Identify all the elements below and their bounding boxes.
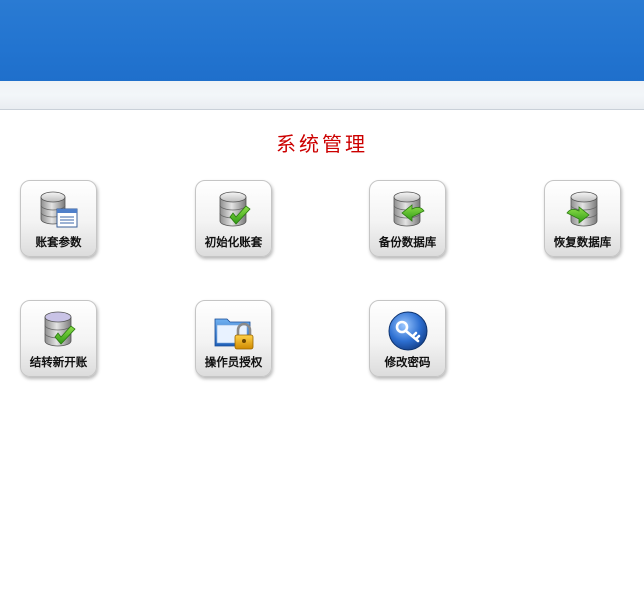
header-bar <box>0 0 644 81</box>
page-title: 系统管理 <box>276 132 368 156</box>
operator-authorization-button[interactable]: 操作员授权 <box>195 300 272 377</box>
change-password-label: 修改密码 <box>384 355 431 369</box>
database-check-icon <box>219 191 251 227</box>
restore-database-label: 恢复数据库 <box>553 235 612 249</box>
database-restore-icon <box>565 191 597 227</box>
database-settings-icon <box>40 191 77 228</box>
carryover-new-account-label: 结转新开账 <box>29 355 88 369</box>
account-params-button[interactable]: 账套参数 <box>20 180 97 257</box>
change-password-button[interactable]: 修改密码 <box>369 300 446 377</box>
operator-authorization-label: 操作员授权 <box>204 355 263 369</box>
init-account-button[interactable]: 初始化账套 <box>195 180 272 257</box>
key-icon <box>388 311 427 351</box>
backup-database-button[interactable]: 备份数据库 <box>369 180 446 257</box>
database-backup-icon <box>393 191 425 227</box>
toolbar-strip <box>0 81 644 110</box>
database-carryover-icon <box>44 311 76 347</box>
account-params-label: 账套参数 <box>35 235 82 249</box>
carryover-new-account-button[interactable]: 结转新开账 <box>20 300 97 377</box>
backup-database-label: 备份数据库 <box>378 235 437 249</box>
restore-database-button[interactable]: 恢复数据库 <box>544 180 621 257</box>
folder-lock-icon <box>214 318 253 350</box>
init-account-label: 初始化账套 <box>204 235 263 249</box>
